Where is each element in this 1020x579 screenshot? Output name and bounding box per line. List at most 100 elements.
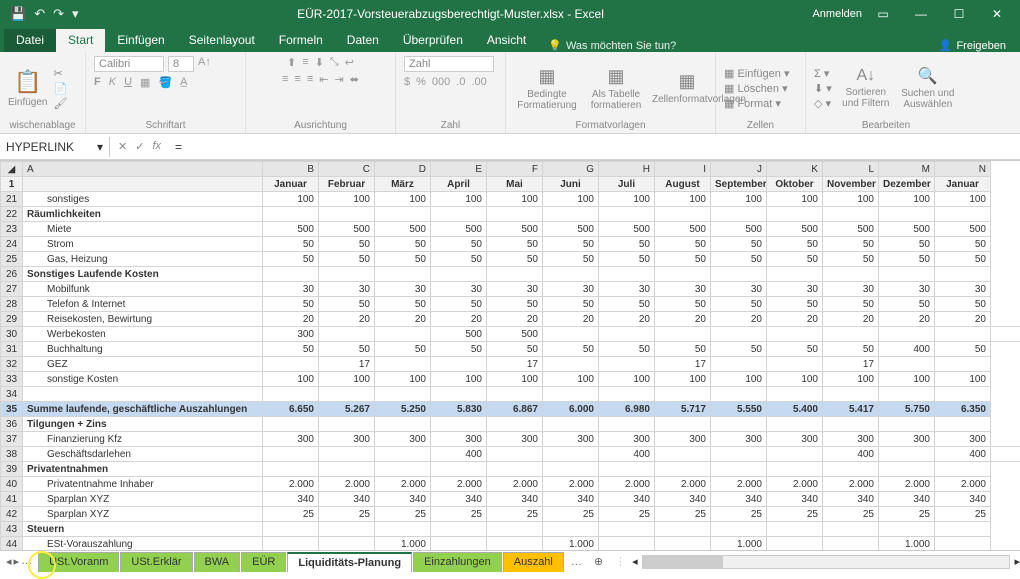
- row-header[interactable]: 25: [1, 252, 23, 267]
- cell[interactable]: 50: [431, 342, 487, 357]
- cell[interactable]: 17: [487, 357, 543, 372]
- cell[interactable]: [991, 447, 1020, 462]
- bold-icon[interactable]: F: [94, 76, 101, 89]
- cell[interactable]: [935, 327, 991, 342]
- cell[interactable]: Gas, Heizung: [23, 252, 263, 267]
- row-header[interactable]: 43: [1, 522, 23, 537]
- row-header[interactable]: 23: [1, 222, 23, 237]
- cell[interactable]: [263, 387, 319, 402]
- sheet-nav-prev-icon[interactable]: ▸: [14, 555, 20, 568]
- maximize-icon[interactable]: ☐: [942, 0, 976, 28]
- redo-icon[interactable]: ↷: [53, 6, 64, 22]
- row-header[interactable]: 42: [1, 507, 23, 522]
- align-right-icon[interactable]: ≡: [307, 73, 313, 86]
- cell[interactable]: 2.000: [263, 477, 319, 492]
- cell[interactable]: 100: [487, 192, 543, 207]
- cell[interactable]: 50: [823, 237, 879, 252]
- cell[interactable]: [263, 417, 319, 432]
- cell[interactable]: 500: [599, 222, 655, 237]
- sheet-tab[interactable]: Auszahl: [503, 552, 564, 572]
- cell[interactable]: [263, 522, 319, 537]
- cell[interactable]: [767, 387, 823, 402]
- cell[interactable]: 500: [431, 327, 487, 342]
- cell[interactable]: [543, 327, 599, 342]
- cell[interactable]: 100: [543, 192, 599, 207]
- insert-cells-button[interactable]: ▦ Einfügen ▾: [724, 67, 789, 80]
- cell[interactable]: [431, 267, 487, 282]
- cell[interactable]: Strom: [23, 237, 263, 252]
- cell[interactable]: 5.717: [655, 402, 711, 417]
- cell[interactable]: 50: [431, 252, 487, 267]
- tab-layout[interactable]: Seitenlayout: [177, 29, 267, 52]
- cell[interactable]: [655, 327, 711, 342]
- cell[interactable]: [767, 357, 823, 372]
- cell[interactable]: [599, 207, 655, 222]
- undo-icon[interactable]: ↶: [34, 6, 45, 22]
- col-header[interactable]: A: [23, 162, 263, 177]
- cell[interactable]: 400: [879, 342, 935, 357]
- cell[interactable]: 100: [263, 192, 319, 207]
- cell[interactable]: 300: [319, 432, 375, 447]
- cell[interactable]: Sonstiges Laufende Kosten: [23, 267, 263, 282]
- row-header[interactable]: 24: [1, 237, 23, 252]
- cell[interactable]: [375, 462, 431, 477]
- cell[interactable]: [879, 447, 935, 462]
- cell[interactable]: 50: [543, 252, 599, 267]
- cell[interactable]: 500: [823, 222, 879, 237]
- orientation-icon[interactable]: ⤡: [330, 56, 339, 69]
- cell[interactable]: Miete: [23, 222, 263, 237]
- cell[interactable]: [487, 387, 543, 402]
- cell-styles-button[interactable]: ▦Zellenformatvorlagen: [652, 71, 722, 105]
- cell[interactable]: 500: [711, 222, 767, 237]
- cell[interactable]: 2.000: [319, 477, 375, 492]
- cell[interactable]: [543, 207, 599, 222]
- cell[interactable]: [431, 207, 487, 222]
- cell[interactable]: [879, 327, 935, 342]
- cell[interactable]: [375, 327, 431, 342]
- cell[interactable]: 30: [375, 282, 431, 297]
- cell[interactable]: [655, 267, 711, 282]
- cell[interactable]: 100: [823, 372, 879, 387]
- cell[interactable]: 340: [935, 492, 991, 507]
- cell[interactable]: 2.000: [487, 477, 543, 492]
- cell[interactable]: 20: [599, 312, 655, 327]
- signin-link[interactable]: Anmelden: [812, 8, 862, 20]
- cell[interactable]: 25: [263, 507, 319, 522]
- col-header[interactable]: C: [319, 162, 375, 177]
- cell[interactable]: [599, 357, 655, 372]
- cell[interactable]: [319, 417, 375, 432]
- cell[interactable]: 340: [711, 492, 767, 507]
- cell[interactable]: 50: [655, 342, 711, 357]
- cell[interactable]: 25: [543, 507, 599, 522]
- col-header[interactable]: K: [767, 162, 823, 177]
- underline-icon[interactable]: U: [124, 76, 132, 89]
- cell[interactable]: 50: [263, 237, 319, 252]
- cell[interactable]: 50: [935, 297, 991, 312]
- cell[interactable]: [23, 387, 263, 402]
- cell[interactable]: 30: [431, 282, 487, 297]
- cell[interactable]: [879, 207, 935, 222]
- cell[interactable]: [263, 267, 319, 282]
- clear-icon[interactable]: ◇ ▾: [814, 97, 832, 110]
- cell[interactable]: [599, 522, 655, 537]
- align-top-icon[interactable]: ⬆: [287, 56, 296, 69]
- cell[interactable]: 5.750: [879, 402, 935, 417]
- cell[interactable]: [487, 522, 543, 537]
- cell[interactable]: [375, 522, 431, 537]
- cell[interactable]: 50: [487, 342, 543, 357]
- tab-insert[interactable]: Einfügen: [105, 29, 176, 52]
- cell[interactable]: 300: [487, 432, 543, 447]
- qat-more-icon[interactable]: ▾: [72, 6, 79, 22]
- cell[interactable]: 100: [879, 192, 935, 207]
- cell[interactable]: 300: [711, 432, 767, 447]
- cell[interactable]: 50: [767, 297, 823, 312]
- cell[interactable]: 25: [823, 507, 879, 522]
- cell[interactable]: 2.000: [823, 477, 879, 492]
- cell[interactable]: 300: [767, 432, 823, 447]
- row-header[interactable]: 21: [1, 192, 23, 207]
- cell[interactable]: [655, 207, 711, 222]
- minimize-icon[interactable]: —: [904, 0, 938, 28]
- cell[interactable]: [823, 522, 879, 537]
- cell[interactable]: [319, 447, 375, 462]
- cell[interactable]: 50: [487, 237, 543, 252]
